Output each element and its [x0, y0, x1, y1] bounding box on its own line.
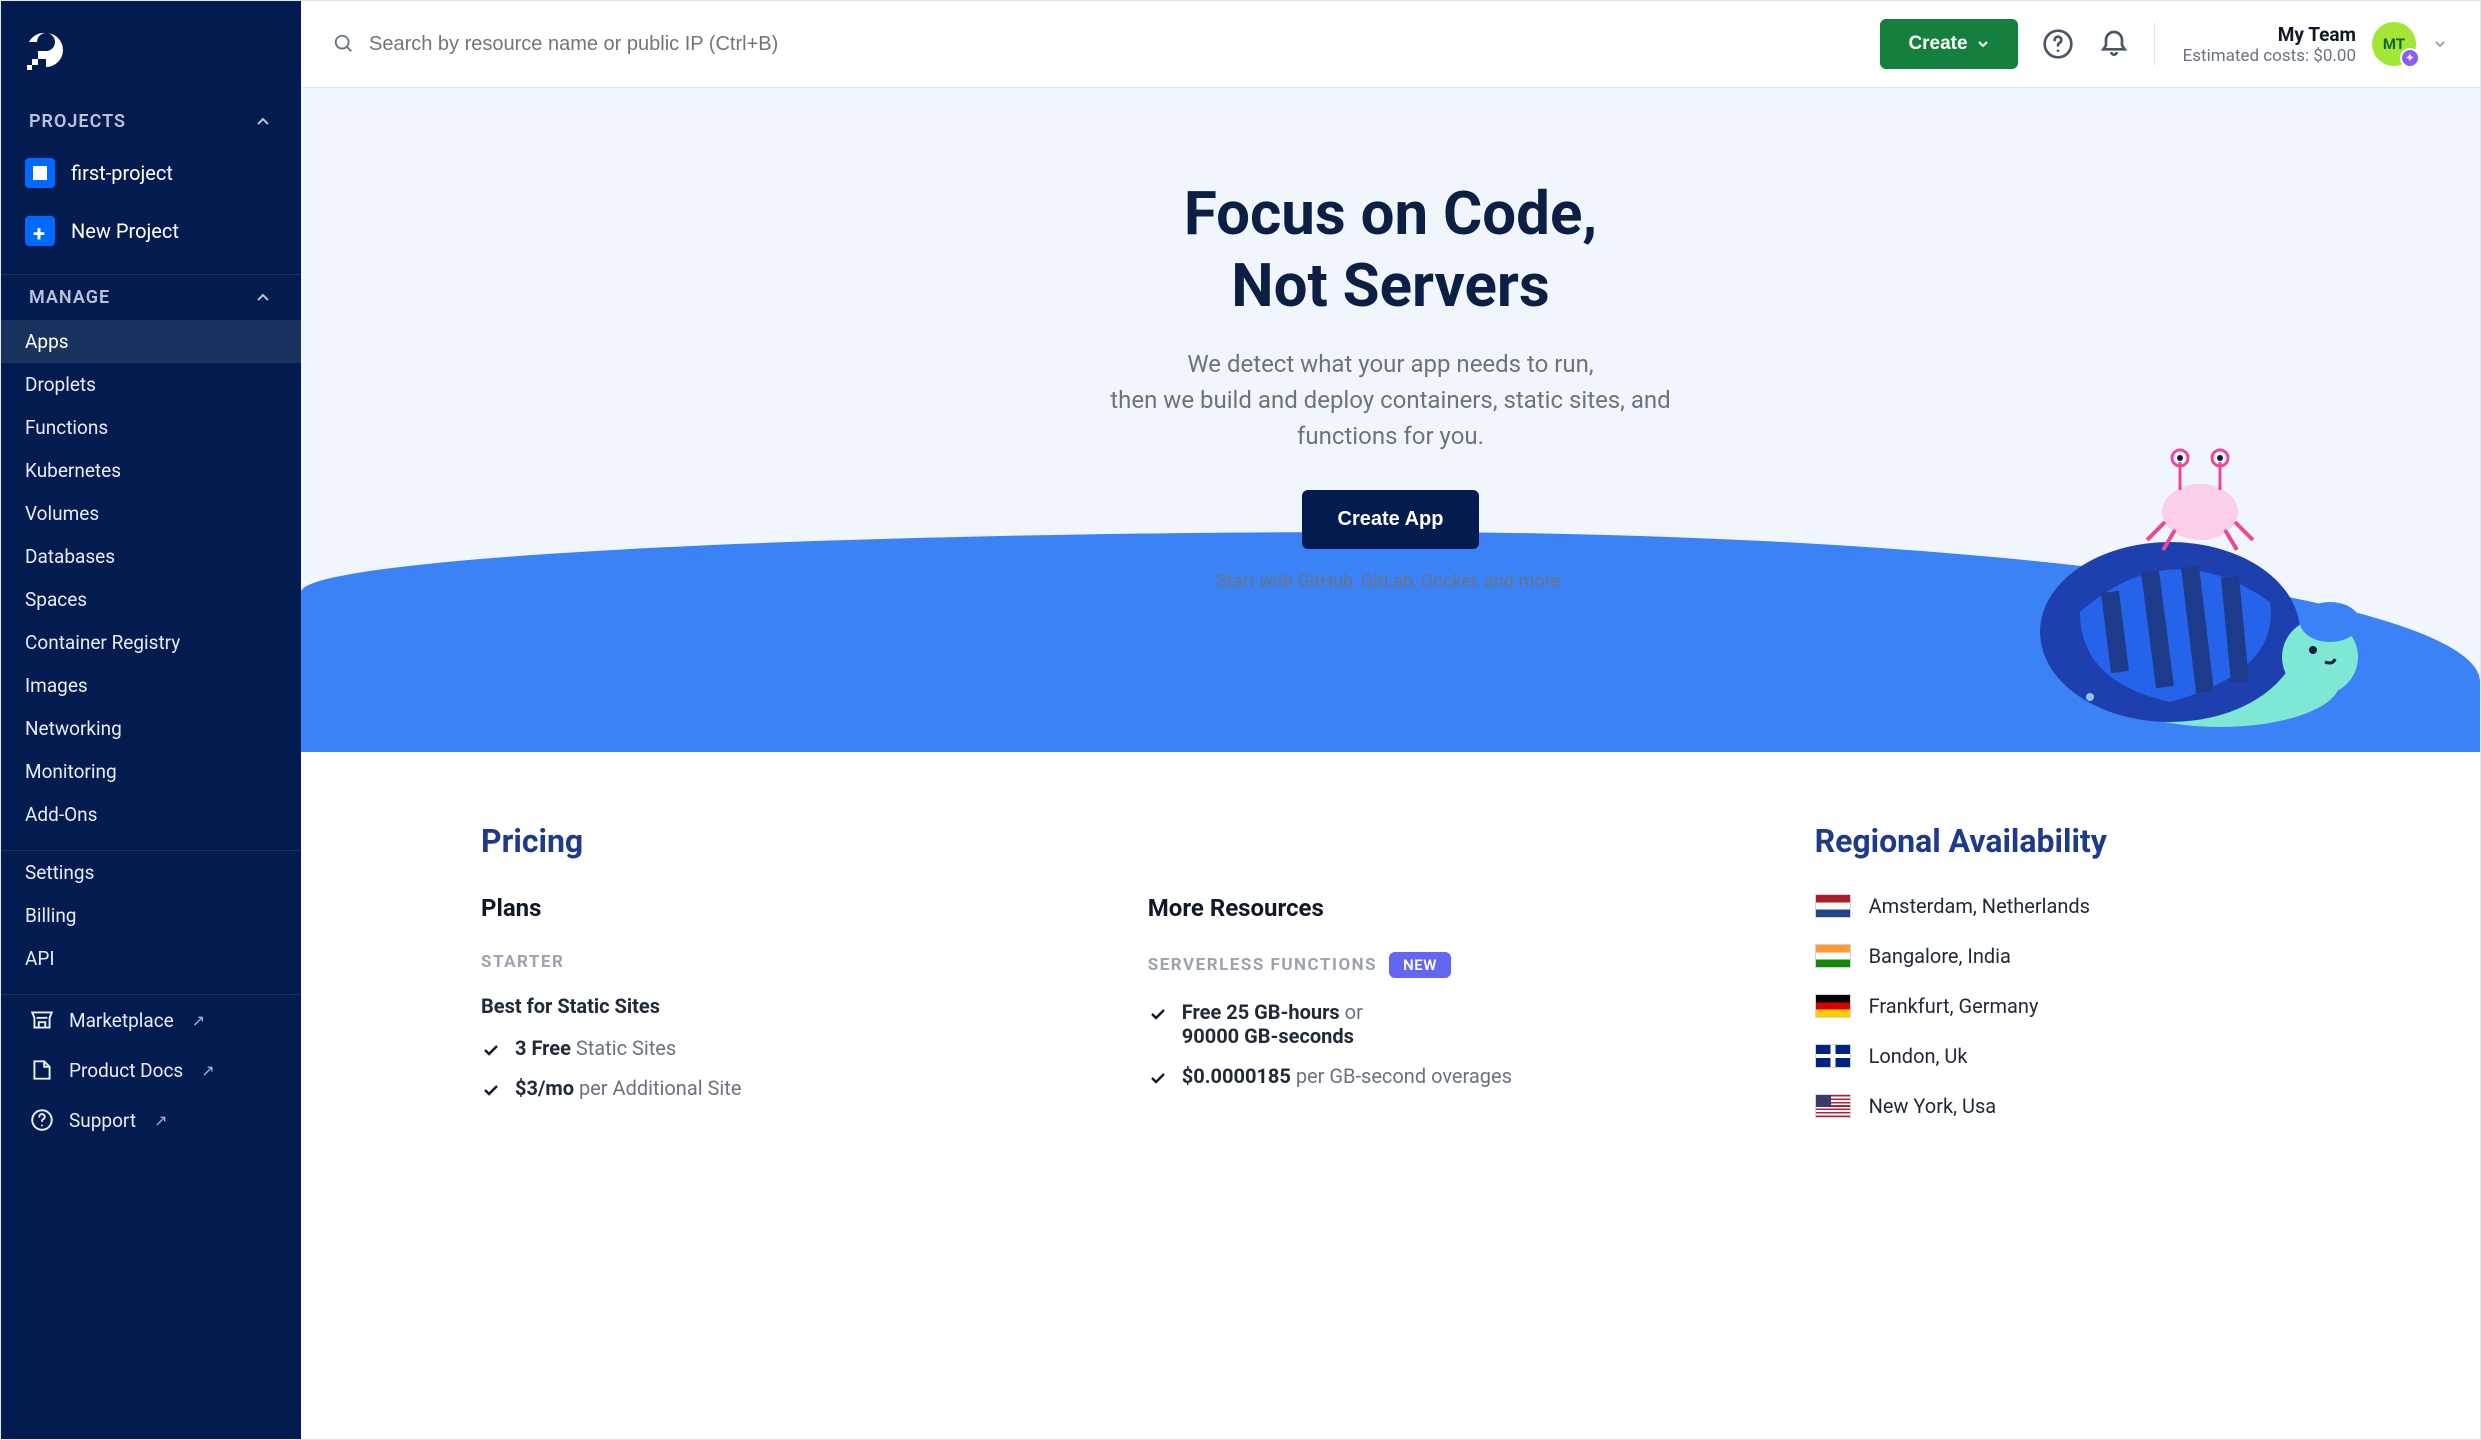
- serverless-item: $0.0000185 per GB-second overages: [1148, 1064, 1755, 1088]
- sidebar-item-support[interactable]: Support ↗: [1, 1095, 301, 1145]
- manage-label: MANAGE: [29, 287, 110, 308]
- starter-title: Best for Static Sites: [481, 994, 1088, 1018]
- sidebar-item-addons[interactable]: Add-Ons: [1, 793, 301, 836]
- digitalocean-logo-icon: [25, 29, 67, 71]
- chevron-up-icon: [253, 288, 273, 308]
- logo[interactable]: [1, 1, 301, 99]
- bell-icon[interactable]: [2098, 28, 2130, 60]
- region-item: New York, Usa: [1815, 1094, 2300, 1118]
- projects-label: PROJECTS: [29, 111, 126, 132]
- search-input[interactable]: [369, 33, 1069, 56]
- help-icon[interactable]: [2042, 28, 2074, 60]
- resources-heading: More Resources: [1148, 894, 1755, 922]
- search-container: [333, 33, 1856, 56]
- project-icon: [25, 158, 55, 188]
- sidebar-item-functions[interactable]: Functions: [1, 406, 301, 449]
- external-link-icon: ↗: [201, 1061, 214, 1080]
- region-item: London, Uk: [1815, 1044, 2300, 1068]
- external-link-icon: ↗: [192, 1011, 205, 1030]
- hero-subtitle: We detect what your app needs to run, th…: [341, 346, 2440, 454]
- search-icon: [333, 33, 355, 55]
- regions-heading: Regional Availability: [1815, 822, 2300, 860]
- check-icon: [1148, 1068, 1168, 1088]
- sidebar-item-settings[interactable]: Settings: [1, 851, 301, 894]
- starter-item: 3 Free Static Sites: [481, 1036, 1088, 1060]
- sidebar-item-kubernetes[interactable]: Kubernetes: [1, 449, 301, 492]
- region-item: Amsterdam, Netherlands: [1815, 894, 2300, 918]
- support-label: Support: [69, 1109, 136, 1132]
- sidebar-item-images[interactable]: Images: [1, 664, 301, 707]
- sidebar-item-databases[interactable]: Databases: [1, 535, 301, 578]
- estimated-costs: Estimated costs: $0.00: [2183, 46, 2356, 66]
- projects-section-header[interactable]: PROJECTS: [1, 99, 301, 144]
- marketplace-icon: [29, 1007, 55, 1033]
- docs-label: Product Docs: [69, 1059, 183, 1082]
- chevron-down-icon: [2432, 36, 2448, 52]
- sidebar: PROJECTS first-project + New Project MAN…: [1, 1, 301, 1439]
- docs-icon: [29, 1057, 55, 1083]
- starter-eyebrow: STARTER: [481, 952, 1088, 972]
- sidebar-item-volumes[interactable]: Volumes: [1, 492, 301, 535]
- sidebar-item-api[interactable]: API: [1, 937, 301, 980]
- check-icon: [481, 1080, 501, 1100]
- plans-column: Pricing Plans STARTER Best for Static Si…: [481, 822, 1088, 1144]
- sidebar-item-droplets[interactable]: Droplets: [1, 363, 301, 406]
- flag-de-icon: [1815, 994, 1851, 1018]
- sidebar-item-networking[interactable]: Networking: [1, 707, 301, 750]
- region-item: Bangalore, India: [1815, 944, 2300, 968]
- create-app-button[interactable]: Create App: [1302, 490, 1480, 549]
- team-name: My Team: [2183, 23, 2356, 46]
- external-link-icon: ↗: [154, 1111, 167, 1130]
- flag-nl-icon: [1815, 894, 1851, 918]
- team-selector[interactable]: My Team Estimated costs: $0.00 MT ✦: [2154, 22, 2448, 66]
- new-badge: NEW: [1389, 952, 1451, 978]
- marketplace-label: Marketplace: [69, 1009, 174, 1032]
- serverless-item: Free 25 GB-hours or 90000 GB-seconds: [1148, 1000, 1755, 1048]
- new-project-button[interactable]: + New Project: [1, 202, 301, 260]
- chevron-down-icon: [1976, 37, 1990, 51]
- topbar: Create My Team Estimated costs: $0.00 MT…: [301, 1, 2480, 88]
- serverless-eyebrow: SERVERLESS FUNCTIONS NEW: [1148, 952, 1755, 978]
- avatar-badge-icon: ✦: [2400, 48, 2420, 68]
- plans-heading: Plans: [481, 894, 1088, 922]
- main-content: Create My Team Estimated costs: $0.00 MT…: [301, 1, 2480, 1439]
- hero-section: Focus on Code, Not Servers We detect wha…: [301, 88, 2480, 752]
- sidebar-project-item[interactable]: first-project: [1, 144, 301, 202]
- resources-column: . More Resources SERVERLESS FUNCTIONS NE…: [1148, 822, 1755, 1144]
- check-icon: [1148, 1004, 1168, 1024]
- create-button[interactable]: Create: [1880, 19, 2017, 69]
- flag-in-icon: [1815, 944, 1851, 968]
- support-icon: [29, 1107, 55, 1133]
- sidebar-item-monitoring[interactable]: Monitoring: [1, 750, 301, 793]
- sidebar-item-billing[interactable]: Billing: [1, 894, 301, 937]
- flag-uk-icon: [1815, 1044, 1851, 1068]
- flag-us-icon: [1815, 1094, 1851, 1118]
- sidebar-item-product-docs[interactable]: Product Docs ↗: [1, 1045, 301, 1095]
- region-item: Frankfurt, Germany: [1815, 994, 2300, 1018]
- sidebar-item-apps[interactable]: Apps: [1, 320, 301, 363]
- plus-icon: +: [25, 216, 55, 246]
- avatar: MT ✦: [2372, 22, 2416, 66]
- starter-item: $3/mo per Additional Site: [481, 1076, 1088, 1100]
- sidebar-item-spaces[interactable]: Spaces: [1, 578, 301, 621]
- regions-column: Regional Availability Amsterdam, Netherl…: [1815, 822, 2300, 1144]
- chevron-up-icon: [253, 112, 273, 132]
- sidebar-item-marketplace[interactable]: Marketplace ↗: [1, 995, 301, 1045]
- sidebar-item-container-registry[interactable]: Container Registry: [1, 621, 301, 664]
- new-project-label: New Project: [71, 219, 179, 243]
- check-icon: [481, 1040, 501, 1060]
- hero-title: Focus on Code, Not Servers: [341, 178, 2440, 322]
- project-label: first-project: [71, 161, 173, 185]
- hero-sub-text: Start with GitHub, GitLab, Docker, and m…: [341, 571, 2440, 592]
- pricing-section: Pricing Plans STARTER Best for Static Si…: [301, 752, 2480, 1214]
- manage-section-header[interactable]: MANAGE: [1, 275, 301, 320]
- pricing-heading: Pricing: [481, 822, 1088, 860]
- create-label: Create: [1908, 33, 1967, 55]
